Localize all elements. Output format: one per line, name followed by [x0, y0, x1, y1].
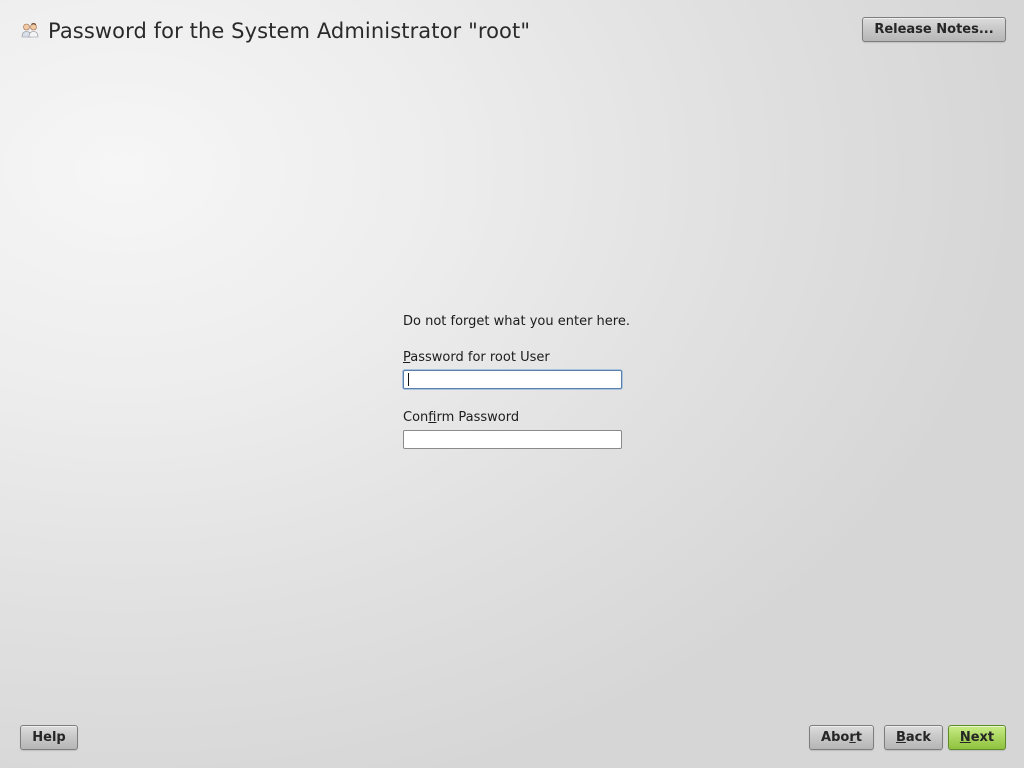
- release-notes-label: Release Notes...: [874, 22, 994, 37]
- help-label: Help: [32, 730, 66, 745]
- password-input[interactable]: [403, 370, 622, 389]
- password-label-rest: assword for root User: [410, 350, 550, 365]
- admin-users-icon: [20, 20, 42, 42]
- abort-label-rest: t: [855, 730, 862, 745]
- next-label-rest: ext: [970, 730, 995, 745]
- confirm-label-rest: irm Password: [436, 410, 520, 425]
- page-title: Password for the System Administrator "r…: [48, 19, 531, 43]
- confirm-password-input[interactable]: [403, 430, 622, 449]
- abort-button[interactable]: Abort: [809, 725, 874, 750]
- password-label: Password for root User: [403, 349, 623, 367]
- abort-label: Abort: [821, 730, 862, 745]
- back-label-rest: ack: [905, 730, 932, 745]
- help-button[interactable]: Help: [20, 725, 78, 750]
- password-hint: Do not forget what you enter here.: [403, 314, 630, 329]
- root-password-form: Do not forget what you enter here. Passw…: [403, 312, 630, 449]
- next-label: Next: [960, 730, 994, 745]
- back-label-mnemonic: B: [895, 730, 906, 745]
- back-button[interactable]: Back: [884, 725, 943, 750]
- confirm-password-label: Confirm Password: [403, 409, 623, 427]
- abort-label-before: Abo: [821, 730, 850, 745]
- back-label: Back: [896, 730, 931, 745]
- text-caret: [408, 373, 409, 386]
- confirm-label-before: Con: [403, 410, 429, 425]
- release-notes-button[interactable]: Release Notes...: [862, 17, 1006, 42]
- title-bar: Password for the System Administrator "r…: [20, 17, 530, 45]
- next-button[interactable]: Next: [948, 725, 1006, 750]
- next-label-mnemonic: N: [959, 730, 971, 745]
